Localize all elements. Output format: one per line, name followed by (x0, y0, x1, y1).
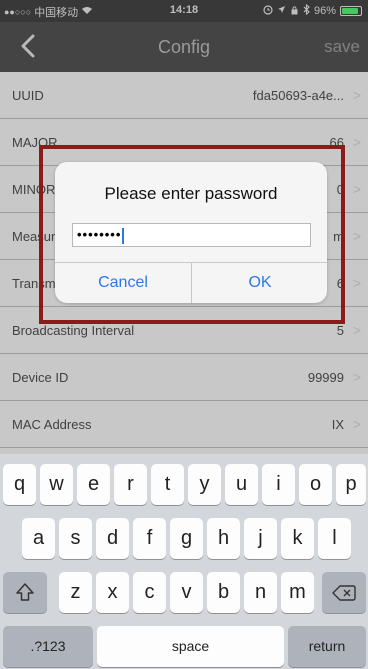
key-t[interactable]: t (151, 464, 184, 505)
key-n[interactable]: n (244, 572, 277, 613)
key-z[interactable]: z (59, 572, 92, 613)
key-w[interactable]: w (40, 464, 73, 505)
key-u[interactable]: u (225, 464, 258, 505)
keyboard: q w e r t y u i o p a s d f g h j k l z … (0, 454, 368, 669)
key-m[interactable]: m (281, 572, 314, 613)
key-a[interactable]: a (22, 518, 55, 559)
cancel-button[interactable]: Cancel (55, 263, 191, 303)
key-h[interactable]: h (207, 518, 240, 559)
alert-title: Please enter password (104, 184, 278, 203)
return-key[interactable]: return (288, 626, 366, 667)
numbers-key[interactable]: .?123 (3, 626, 93, 667)
key-q[interactable]: q (3, 464, 36, 505)
key-y[interactable]: y (188, 464, 221, 505)
ok-button[interactable]: OK (192, 263, 327, 303)
password-field[interactable]: •••••••• (72, 223, 311, 247)
key-d[interactable]: d (96, 518, 129, 559)
backspace-key[interactable] (322, 572, 366, 613)
text-caret (122, 227, 125, 244)
key-b[interactable]: b (207, 572, 240, 613)
space-key[interactable]: space (97, 626, 284, 667)
key-c[interactable]: c (133, 572, 166, 613)
password-value: •••••••• (77, 227, 122, 242)
key-e[interactable]: e (77, 464, 110, 505)
key-j[interactable]: j (244, 518, 277, 559)
key-p[interactable]: p (336, 464, 366, 505)
password-alert: Please enter password •••••••• Cancel OK (55, 162, 327, 303)
key-v[interactable]: v (170, 572, 203, 613)
key-o[interactable]: o (299, 464, 332, 505)
key-l[interactable]: l (318, 518, 351, 559)
key-s[interactable]: s (59, 518, 92, 559)
key-x[interactable]: x (96, 572, 129, 613)
key-g[interactable]: g (170, 518, 203, 559)
backspace-icon (332, 585, 356, 601)
key-i[interactable]: i (262, 464, 295, 505)
key-f[interactable]: f (133, 518, 166, 559)
key-r[interactable]: r (114, 464, 147, 505)
shift-icon (16, 583, 34, 601)
key-k[interactable]: k (281, 518, 314, 559)
shift-key[interactable] (3, 572, 47, 613)
config-screen: ●●○○○ 中国移动 14:18 96% Config save UUID fd… (0, 0, 368, 669)
